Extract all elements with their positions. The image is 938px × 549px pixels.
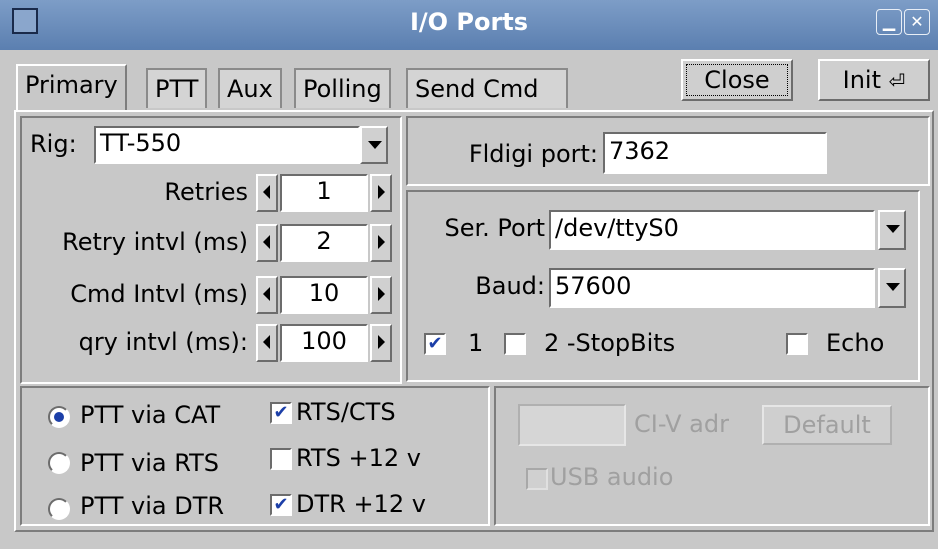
rig-label: Rig: xyxy=(30,130,77,158)
echo-checkbox[interactable] xyxy=(786,333,808,355)
stopbit-2-checkbox[interactable] xyxy=(504,333,526,355)
init-button-label: Init xyxy=(842,66,881,94)
rts-12v-checkbox[interactable] xyxy=(270,448,292,470)
rts-cts-label: RTS/CTS xyxy=(296,398,396,426)
cmd-intvl-label: Cmd Intvl (ms) xyxy=(70,280,248,308)
init-button[interactable]: Init ⏎ xyxy=(818,59,930,101)
cmd-intvl-increment-icon[interactable] xyxy=(370,276,392,314)
rig-select[interactable]: TT-550 xyxy=(94,126,360,164)
ser-port-label: Ser. Port xyxy=(444,214,546,242)
retries-decrement-icon[interactable] xyxy=(256,174,278,212)
qry-intvl-increment-icon[interactable] xyxy=(370,324,392,362)
cmd-intvl-field[interactable]: 10 xyxy=(280,276,368,314)
stopbit-1-label: 1 xyxy=(468,329,484,357)
baud-label: Baud: xyxy=(475,272,545,300)
ser-port-chevron-down-icon[interactable] xyxy=(878,210,906,250)
dtr-12v-checkbox[interactable]: ✔ xyxy=(270,494,292,516)
tab-ptt[interactable]: PTT xyxy=(146,68,208,108)
return-arrow-icon: ⏎ xyxy=(888,69,906,93)
retry-intvl-decrement-icon[interactable] xyxy=(256,224,278,262)
dtr-12v-label: DTR +12 v xyxy=(296,490,426,518)
default-button[interactable]: Default xyxy=(762,405,892,445)
title-bar[interactable]: I/O Ports ▁ ✕ xyxy=(0,0,938,50)
usb-audio-checkbox[interactable] xyxy=(526,468,548,490)
tab-primary[interactable]: Primary xyxy=(16,64,127,110)
io-ports-window: I/O Ports ▁ ✕ Primary PTT Aux Polling Se… xyxy=(0,0,938,549)
fldigi-port-label: Fldigi port: xyxy=(468,140,598,168)
usb-audio-label: USB audio xyxy=(550,463,674,491)
retries-field[interactable]: 1 xyxy=(280,174,368,212)
minimize-icon[interactable]: ▁ xyxy=(876,9,902,35)
civ-adr-label: CI-V adr xyxy=(634,410,729,438)
stopbit-2-label: 2 -StopBits xyxy=(544,329,676,357)
ptt-via-dtr-label: PTT via DTR xyxy=(80,492,225,520)
stopbit-1-checkbox[interactable]: ✔ xyxy=(424,333,446,355)
rts-12v-label: RTS +12 v xyxy=(296,444,421,472)
tab-polling[interactable]: Polling xyxy=(294,68,391,108)
echo-label: Echo xyxy=(826,329,885,357)
close-button[interactable]: Close xyxy=(681,59,793,101)
baud-chevron-down-icon[interactable] xyxy=(878,268,906,308)
rig-dropdown-chevron-down-icon[interactable] xyxy=(360,126,388,164)
qry-intvl-label: qry intvl (ms): xyxy=(78,328,248,356)
ptt-via-rts-label: PTT via RTS xyxy=(80,449,220,477)
tab-aux[interactable]: Aux xyxy=(218,68,282,108)
ptt-via-rts-radio[interactable] xyxy=(48,452,70,474)
ser-port-select[interactable]: /dev/ttyS0 xyxy=(549,210,875,250)
fldigi-port-field[interactable]: 7362 xyxy=(603,132,827,174)
baud-select[interactable]: 57600 xyxy=(549,268,875,308)
close-icon[interactable]: ✕ xyxy=(904,9,930,35)
cmd-intvl-decrement-icon[interactable] xyxy=(256,276,278,314)
tab-send-cmd[interactable]: Send Cmd xyxy=(406,68,568,108)
ptt-via-cat-radio[interactable] xyxy=(48,406,70,428)
qry-intvl-decrement-icon[interactable] xyxy=(256,324,278,362)
ptt-via-cat-label: PTT via CAT xyxy=(80,401,221,429)
civ-address-field[interactable] xyxy=(518,404,626,446)
retry-intvl-field[interactable]: 2 xyxy=(280,224,368,262)
retries-label: Retries xyxy=(164,178,248,206)
retry-intvl-label: Retry intvl (ms) xyxy=(62,228,248,256)
window-title: I/O Ports xyxy=(409,8,529,36)
retry-intvl-increment-icon[interactable] xyxy=(370,224,392,262)
qry-intvl-field[interactable]: 100 xyxy=(280,324,368,362)
rts-cts-checkbox[interactable]: ✔ xyxy=(270,402,292,424)
ptt-via-dtr-radio[interactable] xyxy=(48,498,70,520)
retries-increment-icon[interactable] xyxy=(370,174,392,212)
